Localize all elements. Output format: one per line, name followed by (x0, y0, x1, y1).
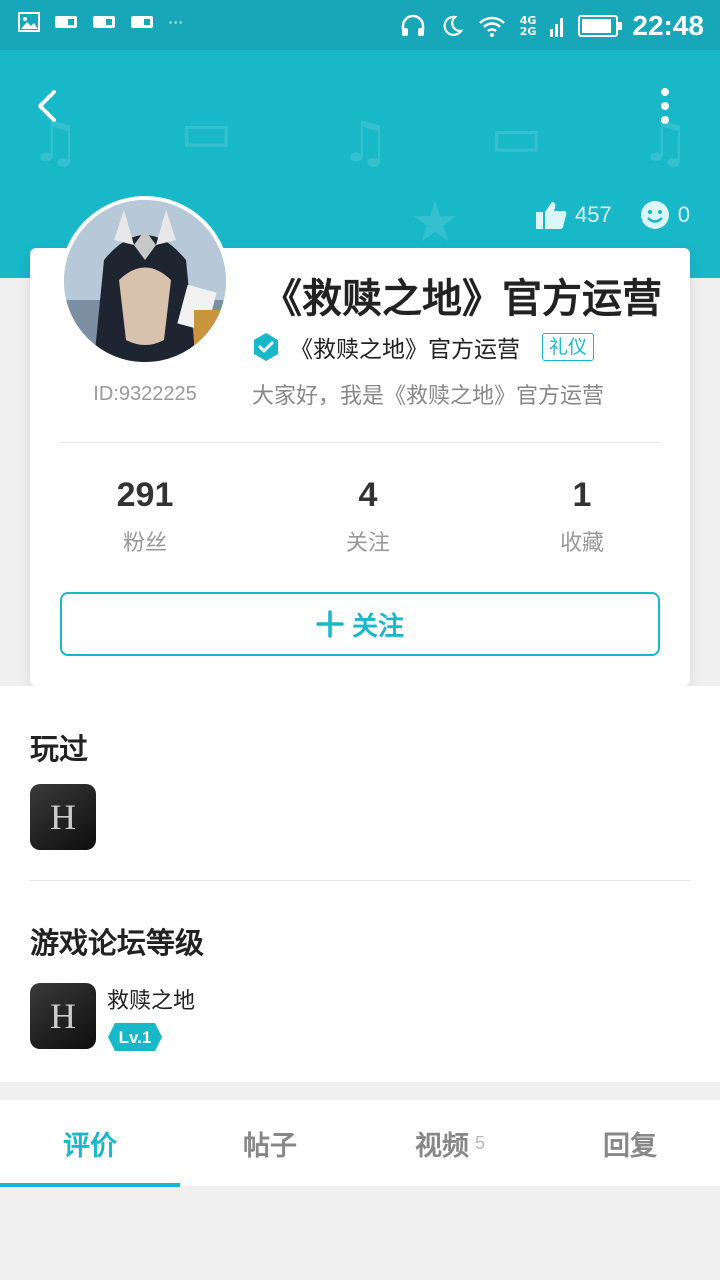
tab-posts[interactable]: 帖子 (180, 1100, 360, 1186)
moon-icon (443, 15, 463, 36)
follow-button-label: 关注 (351, 611, 404, 642)
tab-videos-label: 视频 (414, 1130, 469, 1162)
smiles-stat[interactable]: 0 (640, 200, 690, 230)
battery-icon (578, 15, 623, 37)
fans-count: 291 (116, 476, 174, 514)
clock: 22:48 (632, 10, 704, 41)
headphones-icon (401, 14, 424, 36)
tab-reviews[interactable]: 评价 (0, 1100, 180, 1186)
tab-posts-label: 帖子 (243, 1130, 297, 1162)
favorites-label: 收藏 (559, 531, 604, 556)
signal-icon (550, 18, 564, 37)
avatar[interactable] (60, 196, 230, 366)
smile-icon (640, 201, 669, 229)
tab-replies-label: 回复 (603, 1130, 657, 1162)
plus-icon (316, 610, 344, 638)
fans-label: 粉丝 (122, 531, 167, 556)
verified-name: 《救赎之地》官方运营 (290, 337, 520, 363)
tab-reviews-label: 评价 (63, 1130, 117, 1162)
notification-icons: ··· (18, 12, 183, 32)
network-indicator: 4G 2G (520, 15, 537, 37)
user-id: ID:9322225 (93, 383, 197, 405)
more-notifications-icon: ··· (168, 12, 184, 32)
active-tab-indicator (0, 1183, 180, 1187)
forum-level-title: 游戏论坛等级 (30, 926, 205, 960)
content-tabs: 评价 帖子 视频 5 回复 (0, 1100, 720, 1186)
section-divider (30, 880, 690, 881)
music-note-icon: ♫ (340, 110, 391, 175)
favorites-count: 1 (572, 476, 592, 514)
gamepad-icon: ▭ (490, 105, 543, 170)
following-label: 关注 (345, 531, 390, 556)
tab-replies[interactable]: 回复 (540, 1100, 720, 1186)
fans-counter[interactable]: 291 粉丝 (65, 476, 225, 557)
profile-bio: 大家好，我是《救赎之地》官方运营 (252, 384, 605, 409)
verification-row: 《救赎之地》官方运营 礼仪 (252, 330, 595, 364)
gamepad-icon: ▭ (180, 100, 233, 165)
level-badge-text: Lv.1 (119, 1028, 152, 1047)
follow-button[interactable]: 关注 (60, 592, 660, 656)
message-icon (55, 16, 77, 28)
back-button[interactable] (30, 86, 70, 126)
profile-name: 《救赎之地》官方运营 (262, 276, 662, 322)
status-bar: ··· 4G 2G 22:48 (0, 0, 720, 50)
profile-tag: 礼仪 (542, 333, 595, 361)
message-icon (93, 16, 115, 28)
likes-stat[interactable]: 457 (535, 200, 612, 230)
smiles-count: 0 (677, 202, 690, 227)
avatar-image (64, 200, 226, 362)
thumbs-up-icon (536, 202, 567, 229)
message-icon (131, 16, 153, 28)
wifi-icon (478, 16, 505, 37)
level-badge: Lv.1 (108, 1023, 162, 1051)
favorites-counter[interactable]: 1 收藏 (502, 476, 662, 557)
played-game-icon[interactable]: H (30, 784, 96, 850)
likes-count: 457 (575, 202, 612, 227)
forum-game-name: 救赎之地 (107, 989, 196, 1014)
card-divider (60, 442, 660, 443)
played-title: 玩过 (30, 732, 89, 766)
more-options-button[interactable] (650, 86, 680, 126)
star-icon: ★ (410, 190, 461, 255)
image-icon (18, 12, 40, 32)
tab-videos-count: 5 (474, 1132, 485, 1153)
tab-videos[interactable]: 视频 5 (360, 1100, 540, 1186)
system-icons: 4G 2G 22:48 (400, 10, 704, 42)
verified-badge-icon (254, 333, 278, 361)
network-type-bottom: 2G (519, 25, 537, 38)
forum-game-icon[interactable]: H (30, 983, 96, 1049)
header-stats: 457 0 (535, 200, 690, 230)
following-counter[interactable]: 4 关注 (288, 476, 448, 557)
following-count: 4 (358, 476, 378, 514)
